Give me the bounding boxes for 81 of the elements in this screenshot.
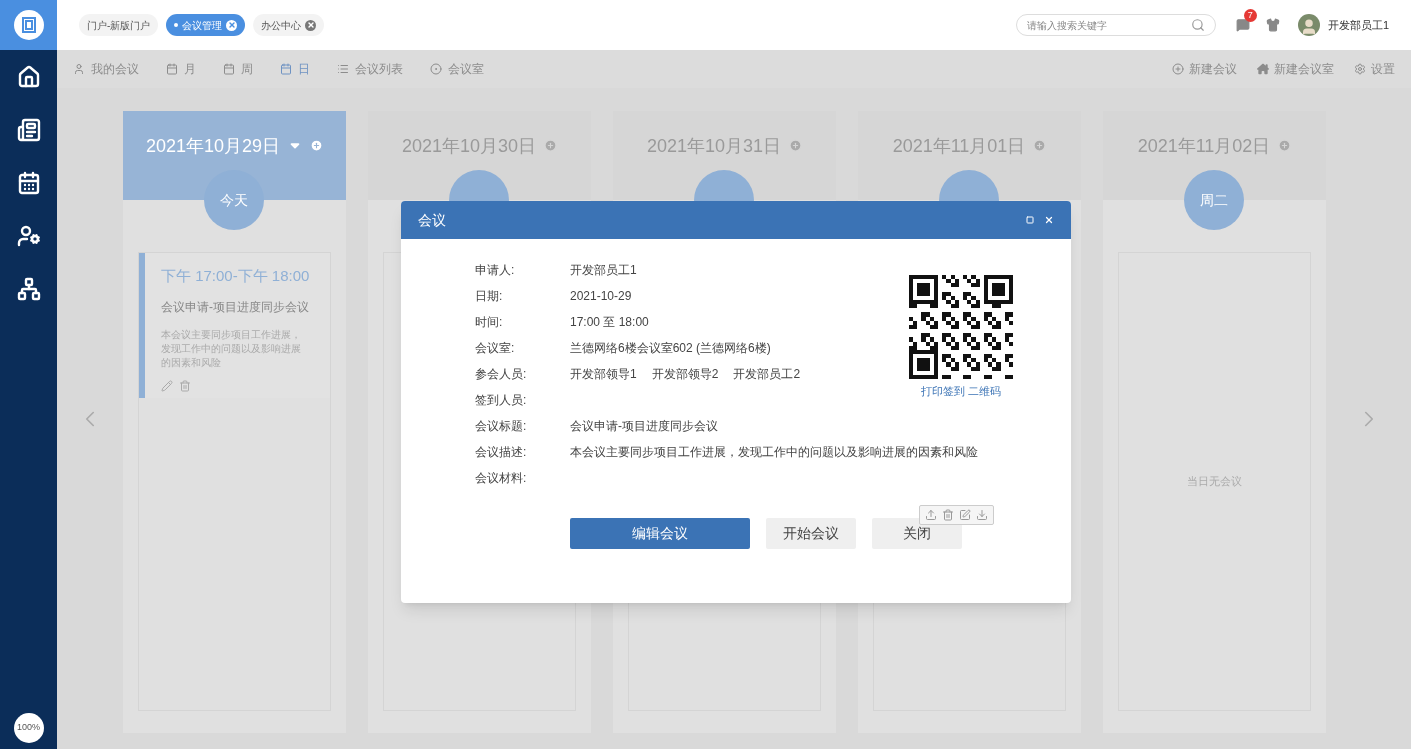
field-label: 日期:	[475, 288, 504, 305]
dialog-title: 会议	[418, 210, 446, 230]
day-date: 2021年11月02日	[1137, 135, 1271, 158]
calendar-icon	[223, 63, 235, 75]
field-value: 兰德网络6楼会议室602 (兰德网络6楼)	[570, 340, 771, 357]
close-icon[interactable]	[305, 19, 317, 31]
circle-icon	[430, 63, 442, 75]
field-value: 开发部领导2	[651, 366, 719, 383]
day-date: 2021年10月30日	[401, 135, 537, 158]
day-label: 今天	[220, 190, 248, 210]
delete-icon[interactable]	[179, 379, 191, 392]
add-icon[interactable]	[544, 139, 558, 152]
field-value: 开发部领导1	[570, 366, 637, 383]
dialog-button[interactable]: 编辑会议	[570, 518, 750, 549]
calendar-icon[interactable]	[16, 170, 41, 195]
view-tab[interactable]: 日	[280, 60, 310, 78]
view-tab[interactable]: 会议室	[430, 60, 484, 78]
close-icon[interactable]	[1044, 215, 1054, 225]
zoom-badge[interactable]: 100%	[13, 713, 44, 743]
day-date: 2021年10月29日	[145, 135, 281, 158]
field-label: 参会人员:	[475, 366, 528, 383]
avatar[interactable]	[1297, 14, 1320, 36]
add-icon[interactable]	[789, 139, 803, 152]
field-value: 2021-10-29	[570, 288, 632, 305]
field-value: 开发部员工1	[570, 262, 637, 279]
toolbar-button[interactable]: 新建会议室	[1257, 60, 1334, 78]
day-label: 周二	[1200, 190, 1228, 210]
app-tab[interactable]: 办公中心	[253, 14, 325, 36]
view-tab[interactable]: 我的会议	[73, 60, 139, 78]
field-value: 会议申请-项目进度同步会议	[570, 418, 718, 435]
user-gear-icon[interactable]	[16, 223, 41, 248]
view-tab[interactable]: 会议列表	[337, 60, 403, 78]
upload-icon[interactable]	[924, 508, 937, 521]
maximize-icon[interactable]	[1026, 216, 1034, 224]
field-value: 本会议主要同步项目工作进展，发现工作中的问题以及影响进展的因素和风险	[570, 444, 978, 461]
field-label: 会议材料:	[475, 470, 528, 487]
field-value: 开发部员工2	[733, 366, 801, 383]
add-icon[interactable]	[1278, 139, 1292, 152]
field-label: 会议描述:	[475, 444, 528, 461]
view-tab[interactable]: 周	[223, 60, 253, 78]
add-icon[interactable]	[1033, 139, 1047, 152]
dialog-button[interactable]: 开始会议	[766, 518, 856, 549]
search-icon[interactable]	[1190, 18, 1205, 32]
field-value: 17:00 至 18:00	[570, 314, 649, 331]
org-chart-icon[interactable]	[16, 276, 41, 301]
day-date: 2021年10月31日	[646, 135, 782, 158]
notification-badge: 7	[1243, 9, 1257, 22]
home-icon[interactable]	[16, 64, 41, 89]
download-icon[interactable]	[975, 508, 988, 521]
app-tab[interactable]: 会议管理	[166, 14, 246, 36]
delete-icon[interactable]	[941, 508, 954, 521]
meeting-time: 下午 17:00-下午 18:00	[161, 266, 311, 286]
newspaper-icon[interactable]	[16, 117, 41, 142]
day-date: 2021年11月01日	[892, 135, 1026, 158]
edit-icon[interactable]	[161, 379, 173, 392]
user-icon	[73, 63, 85, 75]
field-label: 会议标题:	[475, 418, 528, 435]
search-input[interactable]: 请输入搜索关键字	[1026, 17, 1191, 33]
message-icon[interactable]	[1235, 18, 1250, 32]
toolbar-button[interactable]: 设置	[1354, 60, 1395, 78]
list-icon	[337, 63, 349, 75]
edit-icon[interactable]	[958, 508, 971, 521]
field-label: 申请人:	[475, 262, 516, 279]
house-icon	[1257, 63, 1269, 75]
view-tab[interactable]: 月	[166, 60, 196, 78]
field-label: 时间:	[475, 314, 504, 331]
close-icon[interactable]	[226, 19, 238, 31]
plus-icon	[1172, 63, 1184, 75]
app-tab[interactable]: 门户-新版门户	[79, 14, 159, 36]
logo-icon	[12, 9, 45, 41]
shirt-icon[interactable]	[1265, 18, 1280, 32]
settings-icon	[1354, 63, 1366, 75]
meeting-title: 会议申请-项目进度同步会议	[161, 298, 310, 316]
user-name[interactable]: 开发部员工1	[1327, 16, 1389, 34]
field-label: 签到人员:	[475, 392, 528, 409]
toolbar-button[interactable]: 新建会议	[1172, 60, 1237, 78]
add-icon[interactable]	[310, 139, 324, 152]
field-label: 会议室:	[475, 340, 516, 357]
print-qr-link[interactable]: 打印签到 二维码	[920, 383, 1002, 400]
calendar-icon	[166, 63, 178, 75]
calendar-icon	[280, 63, 292, 75]
